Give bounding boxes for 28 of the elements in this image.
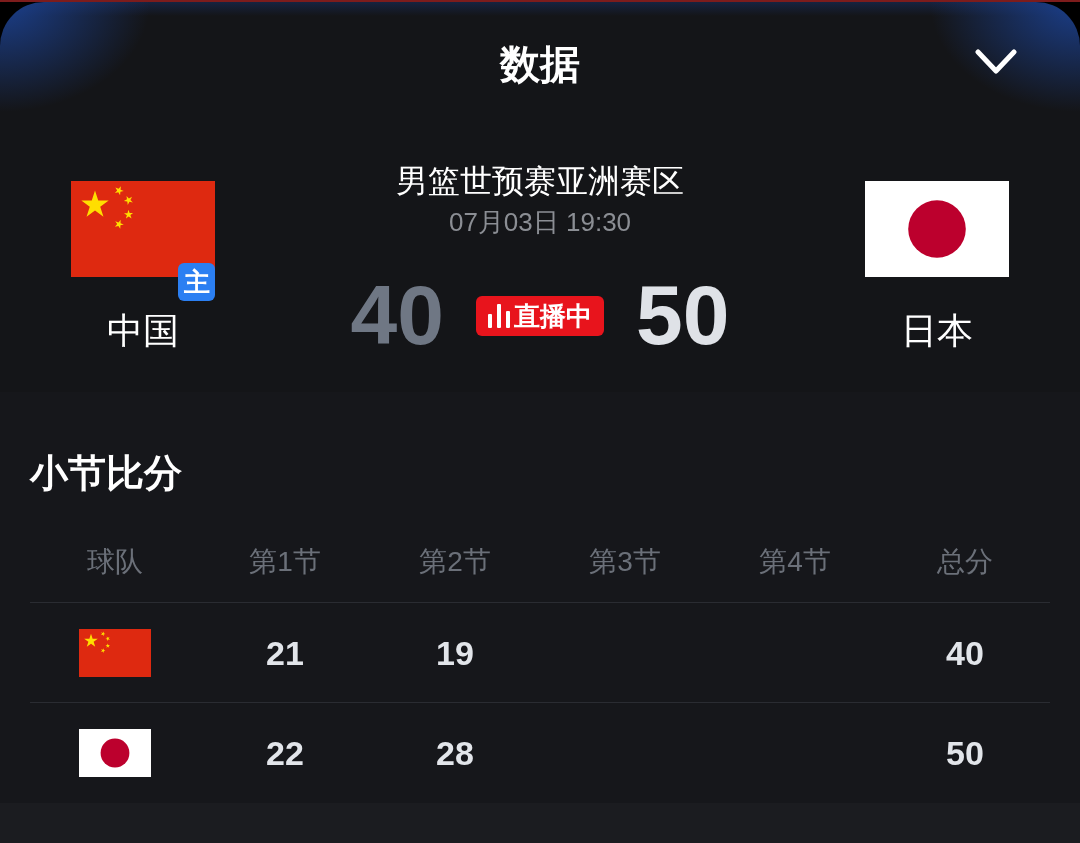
home-badge: 主	[178, 263, 215, 301]
column-header: 第1节	[248, 545, 322, 579]
competition-name: 男篮世预赛亚洲赛区	[396, 162, 684, 200]
live-status-text: 直播中	[514, 301, 592, 331]
period-score: 22	[266, 733, 304, 773]
total-score: 50	[946, 733, 984, 773]
flag-icon	[79, 729, 151, 777]
section-title: 小节比分	[30, 452, 182, 494]
bar-chart-icon	[488, 304, 510, 328]
team-score: 50	[636, 273, 730, 357]
column-header: 第2节	[418, 545, 492, 579]
column-header: 第3节	[588, 545, 662, 579]
column-header: 球队	[86, 545, 144, 579]
flag-icon	[79, 628, 151, 677]
team-name: 中国	[107, 311, 179, 351]
collapse-button[interactable]	[974, 47, 1018, 77]
column-header: 总分	[936, 545, 994, 579]
total-score: 40	[946, 632, 984, 673]
chevron-down-icon	[975, 49, 1017, 75]
match-datetime: 07月03日 19:30	[448, 207, 632, 237]
column-header: 第4节	[758, 545, 832, 579]
period-score: 21	[266, 632, 304, 673]
flag-icon	[865, 181, 1009, 277]
panel-title: 数据	[500, 41, 580, 88]
team-name: 日本	[901, 311, 973, 351]
period-score: 19	[436, 632, 474, 673]
team-score: 40	[350, 273, 444, 357]
period-score: 28	[436, 733, 474, 773]
